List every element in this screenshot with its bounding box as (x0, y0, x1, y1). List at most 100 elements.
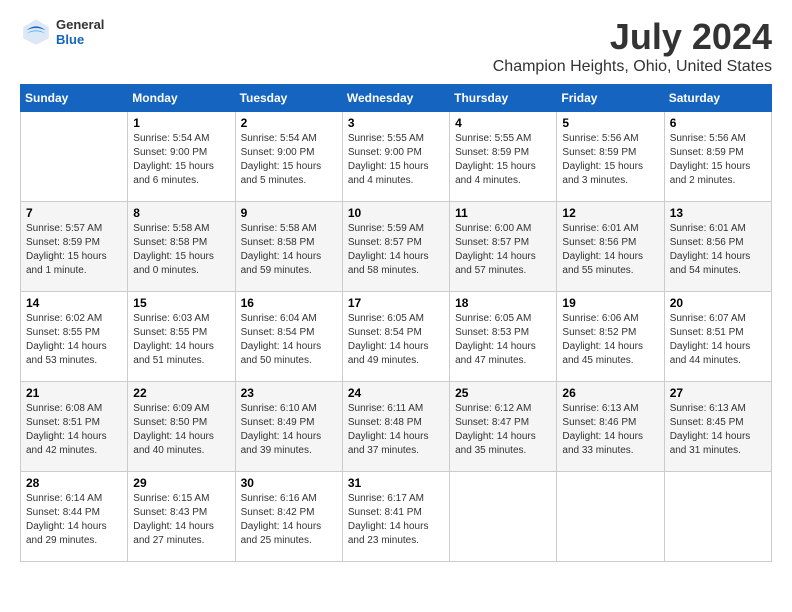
sunset: Sunset: 8:52 PM (562, 327, 636, 338)
daylight: Daylight: 14 hours and 58 minutes. (348, 251, 429, 276)
sunrise: Sunrise: 6:13 AM (562, 403, 638, 414)
sunset: Sunset: 8:51 PM (26, 417, 100, 428)
daylight: Daylight: 14 hours and 40 minutes. (133, 431, 214, 456)
calendar-cell: 7Sunrise: 5:57 AMSunset: 8:59 PMDaylight… (21, 202, 128, 292)
daylight: Daylight: 14 hours and 29 minutes. (26, 521, 107, 546)
day-info: Sunrise: 6:11 AMSunset: 8:48 PMDaylight:… (348, 402, 444, 458)
sunrise: Sunrise: 5:59 AM (348, 223, 424, 234)
day-number: 3 (348, 116, 444, 130)
sunset: Sunset: 8:55 PM (133, 327, 207, 338)
sunset: Sunset: 8:59 PM (562, 147, 636, 158)
calendar-table: SundayMondayTuesdayWednesdayThursdayFrid… (20, 84, 772, 562)
calendar-cell: 11Sunrise: 6:00 AMSunset: 8:57 PMDayligh… (450, 202, 557, 292)
day-info: Sunrise: 6:02 AMSunset: 8:55 PMDaylight:… (26, 312, 122, 368)
day-number: 21 (26, 386, 122, 400)
daylight: Daylight: 15 hours and 4 minutes. (455, 161, 536, 186)
calendar-cell: 5Sunrise: 5:56 AMSunset: 8:59 PMDaylight… (557, 112, 664, 202)
calendar-cell (21, 112, 128, 202)
day-info: Sunrise: 5:54 AMSunset: 9:00 PMDaylight:… (133, 132, 229, 188)
day-number: 26 (562, 386, 658, 400)
sunset: Sunset: 8:59 PM (26, 237, 100, 248)
logo-icon (20, 16, 52, 48)
day-number: 24 (348, 386, 444, 400)
sunset: Sunset: 8:48 PM (348, 417, 422, 428)
calendar-body: 1Sunrise: 5:54 AMSunset: 9:00 PMDaylight… (21, 112, 772, 562)
day-info: Sunrise: 5:59 AM Sunset: 8:57 PM Daylight:… (348, 222, 444, 278)
day-number: 20 (670, 296, 766, 310)
daylight: Daylight: 14 hours and 23 minutes. (348, 521, 429, 546)
calendar-cell (557, 472, 664, 562)
calendar-cell: 26Sunrise: 6:13 AMSunset: 8:46 PMDayligh… (557, 382, 664, 472)
sunrise: Sunrise: 6:16 AM (241, 493, 317, 504)
sunrise: Sunrise: 6:07 AM (670, 313, 746, 324)
logo-general: General (56, 17, 104, 32)
calendar-cell (450, 472, 557, 562)
calendar-cell: 9Sunrise: 5:58 AMSunset: 8:58 PMDaylight… (235, 202, 342, 292)
calendar-cell: 22Sunrise: 6:09 AMSunset: 8:50 PMDayligh… (128, 382, 235, 472)
day-info: Sunrise: 6:10 AMSunset: 8:49 PMDaylight:… (241, 402, 337, 458)
daylight: Daylight: 15 hours and 5 minutes. (241, 161, 322, 186)
day-number: 19 (562, 296, 658, 310)
header-day-thursday: Thursday (450, 85, 557, 112)
sunset: Sunset: 9:00 PM (348, 147, 422, 158)
calendar-cell: 19 Sunrise: 6:06 AMSunset: 8:52 PMDayligh… (557, 292, 664, 382)
sunrise: Sunrise: 6:00 AM (455, 223, 531, 234)
daylight: Daylight: 14 hours and 31 minutes. (670, 431, 751, 456)
day-info: Sunrise: 6:12 AMSunset: 8:47 PMDaylight:… (455, 402, 551, 458)
sunset: Sunset: 8:47 PM (455, 417, 529, 428)
sunrise: Sunrise: 6:14 AM (26, 493, 102, 504)
day-info: Sunrise: 6:06 AMSunset: 8:52 PMDaylight:… (562, 312, 658, 368)
sunset: Sunset: 8:43 PM (133, 507, 207, 518)
day-number: 12 (562, 206, 658, 220)
week-row-0: 1Sunrise: 5:54 AMSunset: 9:00 PMDaylight… (21, 112, 772, 202)
page-header: General Blue July 2024 Champion Heights,… (20, 16, 772, 76)
day-info: Sunrise: 5:56 AMSunset: 8:59 PMDaylight:… (670, 132, 766, 188)
day-number: 30 (241, 476, 337, 490)
header-day-friday: Friday (557, 85, 664, 112)
day-number: 18 (455, 296, 551, 310)
daylight: Daylight: 14 hours and 27 minutes. (133, 521, 214, 546)
calendar-cell: 25Sunrise: 6:12 AMSunset: 8:47 PMDayligh… (450, 382, 557, 472)
calendar-cell: 1Sunrise: 5:54 AMSunset: 9:00 PMDaylight… (128, 112, 235, 202)
day-info: Sunrise: 5:56 AMSunset: 8:59 PMDaylight:… (562, 132, 658, 188)
day-info: Sunrise: 6:00 AMSunset: 8:57 PMDaylight:… (455, 222, 551, 278)
week-row-3: 21 Sunrise: 6:08 AMSunset: 8:51 PMDayligh… (21, 382, 772, 472)
sunrise: Sunrise: 5:54 AM (133, 133, 209, 144)
header-row: SundayMondayTuesdayWednesdayThursdayFrid… (21, 85, 772, 112)
day-info: Sunrise: 6:05 AMSunset: 8:54 PMDaylight:… (348, 312, 444, 368)
week-row-1: 7Sunrise: 5:57 AMSunset: 8:59 PMDaylight… (21, 202, 772, 292)
sunrise: Sunrise: 5:55 AM (348, 133, 424, 144)
sunset: Sunset: 8:59 PM (670, 147, 744, 158)
sunset: Sunset: 8:58 PM (241, 237, 315, 248)
day-number: 10 (348, 206, 444, 220)
sunrise: Sunrise: 6:15 AM (133, 493, 209, 504)
calendar-cell: 10 Sunrise: 5:59 AM Sunset: 8:57 PM Dayligh… (342, 202, 449, 292)
day-number: 16 (241, 296, 337, 310)
sunrise: Sunrise: 6:12 AM (455, 403, 531, 414)
day-info: Sunrise: 6:13 AMSunset: 8:45 PMDaylight:… (670, 402, 766, 458)
calendar-cell: 24 Sunrise: 6:11 AMSunset: 8:48 PMDayligh… (342, 382, 449, 472)
daylight: Daylight: 14 hours and 53 minutes. (26, 341, 107, 366)
sunrise: Sunrise: 6:01 AM (670, 223, 746, 234)
day-number: 23 (241, 386, 337, 400)
calendar-cell: 20Sunrise: 6:07 AMSunset: 8:51 PMDayligh… (664, 292, 771, 382)
day-info: Sunrise: 6:15 AM Sunset: 8:43 PM Daylight:… (133, 492, 229, 548)
title-block: July 2024 Champion Heights, Ohio, United… (493, 16, 772, 76)
week-row-2: 14Sunrise: 6:02 AMSunset: 8:55 PMDayligh… (21, 292, 772, 382)
sunset: Sunset: 8:58 PM (133, 237, 207, 248)
sunset: Sunset: 8:54 PM (348, 327, 422, 338)
day-number: 29 (133, 476, 229, 490)
logo: General Blue (20, 16, 104, 48)
day-number: 13 (670, 206, 766, 220)
day-info: Sunrise: 6:01 AMSunset: 8:56 PMDaylight:… (670, 222, 766, 278)
sunset: Sunset: 8:54 PM (241, 327, 315, 338)
daylight: Daylight: 15 hours and 4 minutes. (348, 161, 429, 186)
sunrise: Sunrise: 5:56 AM (670, 133, 746, 144)
day-info: Sunrise: 6:08 AMSunset: 8:51 PMDaylight:… (26, 402, 122, 458)
daylight: Daylight: 14 hours and 39 minutes. (241, 431, 322, 456)
sunrise: Sunrise: 6:13 AM (670, 403, 746, 414)
day-number: 4 (455, 116, 551, 130)
daylight: Daylight: 14 hours and 33 minutes. (562, 431, 643, 456)
calendar-subtitle: Champion Heights, Ohio, United States (493, 58, 772, 76)
sunset: Sunset: 8:57 PM (348, 237, 422, 248)
